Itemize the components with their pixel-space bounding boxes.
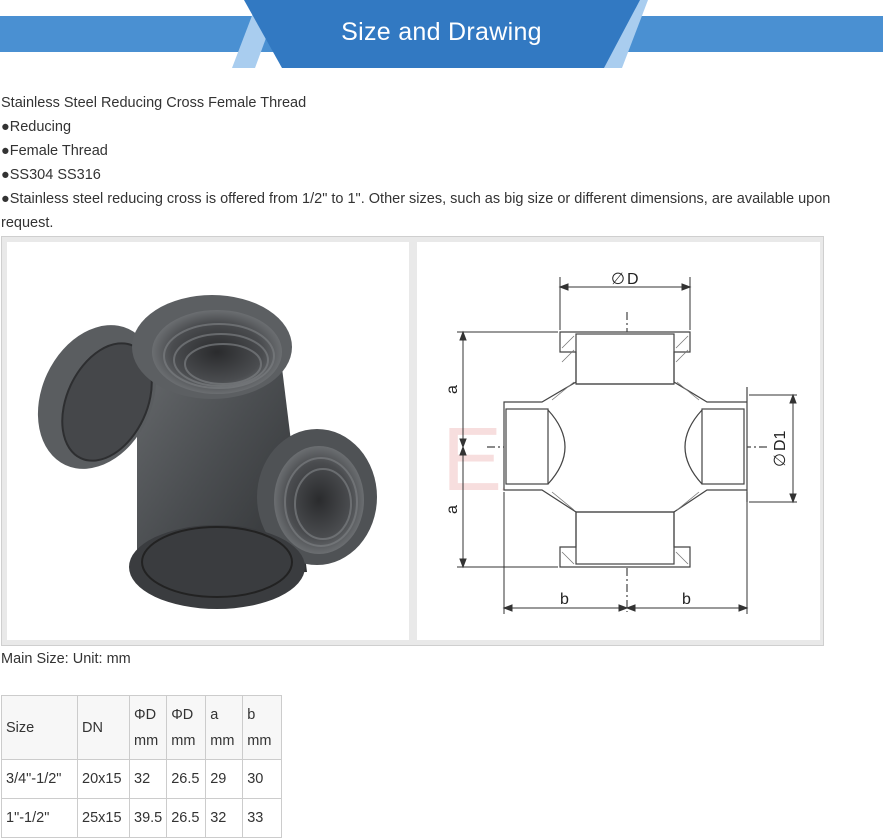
header-dn: DN: [77, 695, 130, 760]
cell-b: 33: [242, 798, 283, 838]
bullet-sizes: ●Stainless steel reducing cross is offer…: [1, 191, 831, 231]
size-table: Size DN ΦD mm ΦD mm a mm b mm 3/4"-1/2" 20x1…: [1, 695, 283, 838]
table-header-row: Size DN ΦD mm ΦD mm a mm b mm: [1, 695, 283, 760]
cell-size: 1"-1/2": [1, 798, 78, 838]
cross-fitting-render: [37, 295, 377, 609]
main-size-label: Main Size: Unit: mm: [1, 651, 131, 667]
banner-title: Size and Drawing: [341, 18, 542, 46]
diameter-symbol-icon: ∅: [611, 271, 625, 288]
header-b: b mm: [242, 695, 283, 760]
bullet-reducing: ●Reducing: [1, 119, 72, 135]
label-b-right: b: [682, 591, 691, 608]
cell-phi-d-2: 26.5: [166, 759, 207, 799]
label-a-top: a: [444, 385, 461, 394]
cell-phi-d: 39.5: [128, 798, 168, 838]
technical-drawing: EADEK: [417, 242, 820, 640]
cell-phi-d-2: 26.5: [166, 798, 207, 838]
bullet-female-thread: ●Female Thread: [1, 143, 108, 159]
table-row: 3/4"-1/2" 20x15 32 26.5 29 30: [1, 759, 283, 799]
header-a: a mm: [205, 695, 244, 760]
header-phi-d: ΦD mm: [128, 695, 168, 760]
label-phi-d1: ∅ D1: [772, 430, 789, 467]
label-a-bottom: a: [444, 505, 461, 514]
product-description: Stainless Steel Reducing Cross Female Th…: [1, 91, 881, 235]
section-banner: Size and Drawing: [0, 0, 883, 68]
label-b-left: b: [560, 591, 569, 608]
diameter-symbol-icon: ∅: [772, 453, 789, 467]
cell-dn: 25x15: [77, 798, 130, 838]
cell-size: 3/4"-1/2": [1, 759, 78, 799]
header-phi-d-2: ΦD mm: [166, 695, 207, 760]
table-row: 1"-1/2" 25x15 39.5 26.5 32 33: [1, 798, 283, 838]
cell-b: 30: [242, 759, 283, 799]
cell-a: 32: [205, 798, 244, 838]
product-images: EADEK: [1, 236, 824, 646]
product-photo: [7, 242, 409, 640]
label-phi-d: ∅ D: [611, 271, 639, 288]
cell-dn: 20x15: [77, 759, 130, 799]
cell-phi-d: 32: [128, 759, 168, 799]
svg-text:D: D: [627, 271, 639, 288]
product-title: Stainless Steel Reducing Cross Female Th…: [1, 95, 307, 111]
bullet-material: ●SS304 SS316: [1, 167, 101, 183]
cross-section-drawing: EADEK: [442, 271, 797, 614]
header-size: Size: [1, 695, 78, 760]
cell-a: 29: [205, 759, 244, 799]
svg-text:D1: D1: [772, 430, 789, 451]
